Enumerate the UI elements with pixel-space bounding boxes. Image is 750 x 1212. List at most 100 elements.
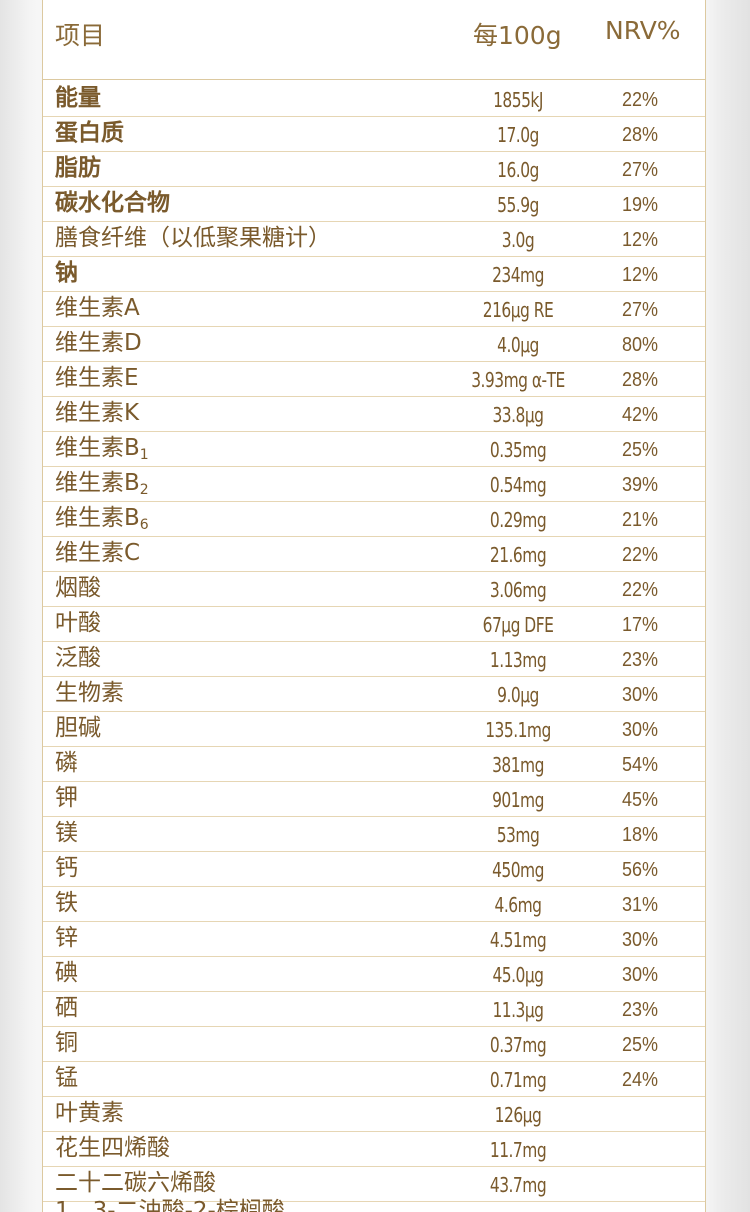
- table-row: 维生素K 33.8μg 42%: [43, 397, 705, 432]
- per-100g-value: 0.29mg: [489, 508, 547, 532]
- nrv-value: 28%: [621, 369, 659, 391]
- per-100g-value: 4.51mg: [489, 928, 547, 952]
- table-row: 碳水化合物 55.9g 19%: [43, 187, 705, 222]
- nutrient-name: 磷: [55, 748, 78, 778]
- nutrient-name: 镁: [55, 818, 78, 848]
- nutrient-name: 花生四烯酸: [55, 1133, 170, 1163]
- nutrient-name-text: 叶黄素: [55, 1100, 124, 1126]
- nutrient-name: 脂肪: [55, 153, 101, 183]
- table-row: 维生素B2 0.54mg 39%: [43, 467, 705, 502]
- nutrient-name: 钠: [55, 258, 78, 288]
- nutrient-name: 膳食纤维（以低聚果糖计）: [55, 223, 331, 253]
- table-row: 锰 0.71mg 24%: [43, 1062, 705, 1097]
- per-100g-value: 4.0μg: [497, 333, 539, 357]
- nutrient-name-text: 蛋白质: [55, 120, 124, 146]
- per-100g-value: 0.71mg: [489, 1068, 547, 1092]
- nutrient-name: 二十二碳六烯酸: [55, 1168, 216, 1198]
- nrv-value: 19%: [621, 194, 659, 216]
- per-100g-value: 11.7mg: [489, 1138, 547, 1162]
- nrv-value: 30%: [621, 684, 659, 706]
- per-100g-value: 0.54mg: [489, 473, 547, 497]
- per-100g-value: 16.0g: [497, 158, 539, 182]
- per-100g-value: 135.1mg: [485, 718, 551, 742]
- per-100g-value: 11.3μg: [492, 998, 544, 1022]
- nutrient-name-text: 铜: [55, 1030, 78, 1056]
- nrv-value: 22%: [621, 579, 659, 601]
- nutrient-name: 维生素B1: [55, 433, 149, 463]
- per-100g-value: 21.6mg: [489, 543, 547, 567]
- table-row: 铜 0.37mg 25%: [43, 1027, 705, 1062]
- nrv-value: 18%: [621, 824, 659, 846]
- table-row: 蛋白质 17.0g 28%: [43, 117, 705, 152]
- table-row: 镁 53mg 18%: [43, 817, 705, 852]
- nutrient-name: 蛋白质: [55, 118, 124, 148]
- nutrient-name: 生物素: [55, 678, 124, 708]
- nutrient-name: 碘: [55, 958, 78, 988]
- nrv-value: 30%: [621, 719, 659, 741]
- per-100g-value: 901mg: [492, 788, 544, 812]
- per-100g-value: 53mg: [496, 823, 540, 847]
- table-row: 维生素B6 0.29mg 21%: [43, 502, 705, 537]
- per-100g-value: 17.0g: [497, 123, 539, 147]
- table-row: 铁 4.6mg 31%: [43, 887, 705, 922]
- nutrient-name: 锌: [55, 923, 78, 953]
- per-100g-value: 45.0μg: [492, 963, 544, 987]
- per-100g-value: 450mg: [492, 858, 544, 882]
- nutrient-name-text: 硒: [55, 995, 78, 1021]
- nutrition-table: 项目 每100g NRV% 能量 1855kJ 22% 蛋白质 17.0g 28% 脂肪 16…: [42, 0, 706, 1212]
- nutrient-name: 碳水化合物: [55, 188, 170, 218]
- nrv-value: 23%: [621, 999, 659, 1021]
- nutrient-name-text: 膳食纤维（以低聚果糖计）: [55, 225, 331, 251]
- cutoff-row: 1，3-二油酸-2-棕榈酸: [55, 1198, 285, 1212]
- nutrient-name-text: 脂肪: [55, 155, 101, 181]
- nrv-value: 42%: [621, 404, 659, 426]
- nutrient-name-text: 磷: [55, 750, 78, 776]
- nrv-value: 21%: [621, 509, 659, 531]
- per-100g-value: 33.8μg: [492, 403, 544, 427]
- nutrient-name-text: 泛酸: [55, 645, 101, 671]
- nutrient-name: 维生素A: [55, 293, 140, 323]
- nutrient-name: 锰: [55, 1063, 78, 1093]
- table-header: 项目 每100g NRV%: [43, 0, 705, 80]
- nrv-value: 12%: [621, 229, 659, 251]
- nrv-value: 39%: [621, 474, 659, 496]
- nrv-value: 80%: [621, 334, 659, 356]
- table-row: 维生素A 216μg RE 27%: [43, 292, 705, 327]
- per-100g-value: 0.37mg: [489, 1033, 547, 1057]
- nutrient-name-text: 维生素B: [55, 470, 140, 496]
- per-100g-value: 3.93mg α-TE: [471, 368, 565, 392]
- nutrient-subscript: 1: [139, 447, 149, 463]
- nrv-value: 56%: [621, 859, 659, 881]
- nrv-value: 17%: [621, 614, 659, 636]
- nrv-value: 27%: [621, 299, 659, 321]
- nutrient-name: 钙: [55, 853, 78, 883]
- nrv-value: 22%: [621, 544, 659, 566]
- per-100g-value: 67μg DFE: [482, 613, 554, 637]
- nutrient-name-text: 钙: [55, 855, 78, 881]
- nutrient-name: 钾: [55, 783, 78, 813]
- nutrient-name-text: 维生素D: [55, 330, 142, 356]
- per-100g-value: 216μg RE: [482, 298, 554, 322]
- per-100g-value: 1855kJ: [493, 88, 543, 112]
- table-row: 碘 45.0μg 30%: [43, 957, 705, 992]
- nrv-value: 54%: [621, 754, 659, 776]
- header-nrv: NRV%: [605, 16, 681, 45]
- table-row: 磷 381mg 54%: [43, 747, 705, 782]
- nutrient-name: 胆碱: [55, 713, 101, 743]
- nrv-value: 25%: [621, 1034, 659, 1056]
- nutrient-name-text: 胆碱: [55, 715, 101, 741]
- nutrient-name-text: 维生素K: [55, 400, 140, 426]
- nutrient-name-text: 钾: [55, 785, 78, 811]
- nutrient-name: 维生素K: [55, 398, 139, 428]
- table-row: 脂肪 16.0g 27%: [43, 152, 705, 187]
- nrv-value: 22%: [621, 89, 659, 111]
- nutrient-name-text: 烟酸: [55, 575, 101, 601]
- per-100g-value: 55.9g: [497, 193, 539, 217]
- nutrient-name: 维生素B6: [55, 503, 149, 533]
- nutrient-name-text: 花生四烯酸: [55, 1135, 170, 1161]
- nutrient-name-text: 生物素: [55, 680, 124, 706]
- nrv-value: 28%: [621, 124, 659, 146]
- nutrient-name: 维生素B2: [55, 468, 149, 498]
- table-row: 叶酸 67μg DFE 17%: [43, 607, 705, 642]
- nutrient-name-text: 镁: [55, 820, 78, 846]
